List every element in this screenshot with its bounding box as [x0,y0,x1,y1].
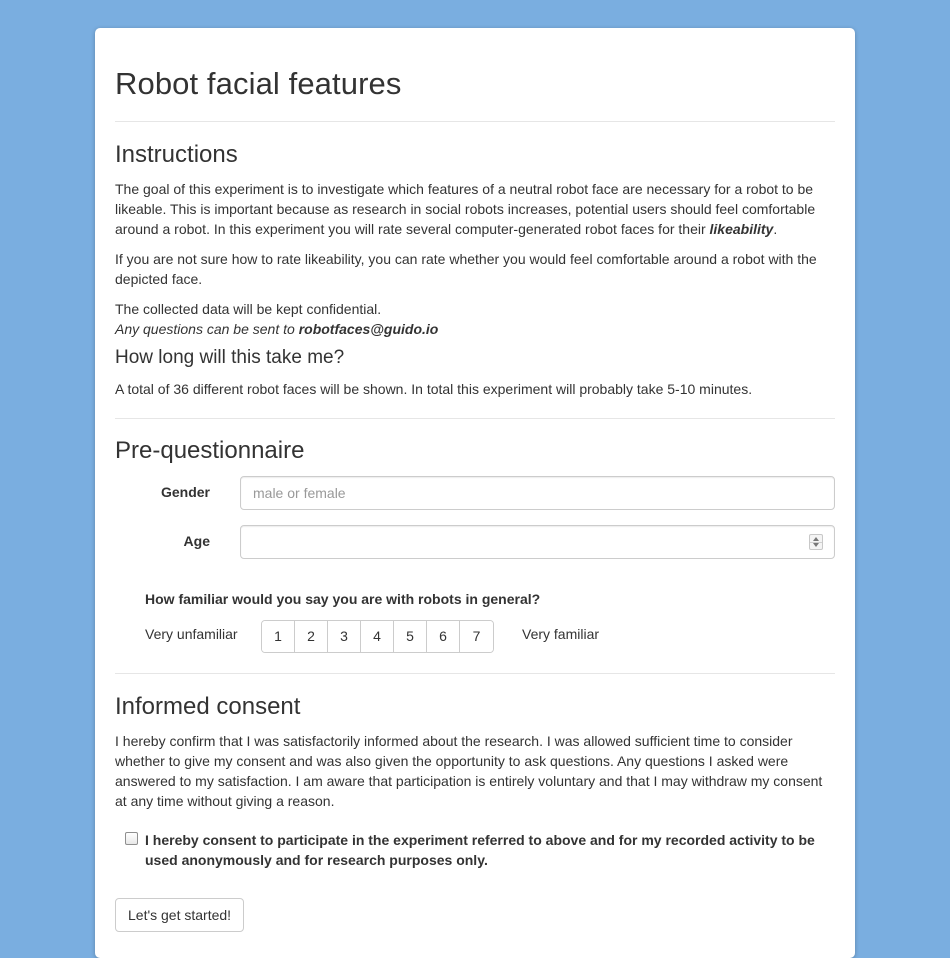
gender-label: Gender [160,484,210,500]
experiment-card: Robot facial features Instructions The g… [95,28,855,958]
scale-option-3[interactable]: 3 [328,621,361,652]
age-field [240,525,835,559]
consent-heading: Informed consent [115,693,301,720]
scale-option-2[interactable]: 2 [295,621,328,652]
spinner-up-icon[interactable] [813,537,819,541]
duration-text: A total of 36 different robot faces will… [115,381,753,397]
consent-checkbox-label[interactable]: I hereby consent to participate in the e… [145,830,825,870]
age-label: Age [183,533,210,549]
gender-input[interactable] [240,476,835,510]
scale-option-7[interactable]: 7 [460,621,493,652]
scale-option-5[interactable]: 5 [394,621,427,652]
duration-heading: How long will this take me? [115,347,345,368]
likeability-emphasis: likeability [709,221,774,237]
instructions-heading: Instructions [115,141,238,168]
consent-text: I hereby confirm that I was satisfactori… [115,733,823,809]
confidentiality-text: The collected data will be kept confiden… [115,301,382,317]
spinner-down-icon[interactable] [813,543,819,547]
prequestionnaire-heading: Pre-questionnaire [115,437,305,464]
instructions-paragraph-2: If you are not sure how to rate likeabil… [115,251,817,287]
contact-prefix: Any questions can be sent to [115,321,299,337]
familiarity-question: How familiar would you say you are with … [145,591,541,607]
scale-high-label: Very familiar [522,626,600,642]
page-title: Robot facial features [115,66,402,101]
instructions-paragraph-1-end: . [773,221,778,237]
age-input[interactable] [240,525,835,559]
section-divider-1 [115,418,835,419]
age-spinner[interactable] [809,534,823,550]
instructions-paragraph-1: The goal of this experiment is to invest… [115,179,835,239]
scale-option-4[interactable]: 4 [361,621,394,652]
familiarity-scale: 1 2 3 4 5 6 7 [261,620,494,653]
start-button[interactable]: Let's get started! [115,898,245,932]
instructions-paragraph-3: The collected data will be kept confiden… [115,299,835,339]
contact-email: robotfaces@guido.io [298,321,439,337]
contact-text: Any questions can be sent to robotfaces@… [115,321,438,337]
title-divider [115,121,835,122]
scale-option-1[interactable]: 1 [262,621,295,652]
section-divider-2 [115,673,835,674]
consent-checkbox[interactable] [125,832,138,845]
scale-option-6[interactable]: 6 [427,621,460,652]
scale-low-label: Very unfamiliar [145,626,238,642]
